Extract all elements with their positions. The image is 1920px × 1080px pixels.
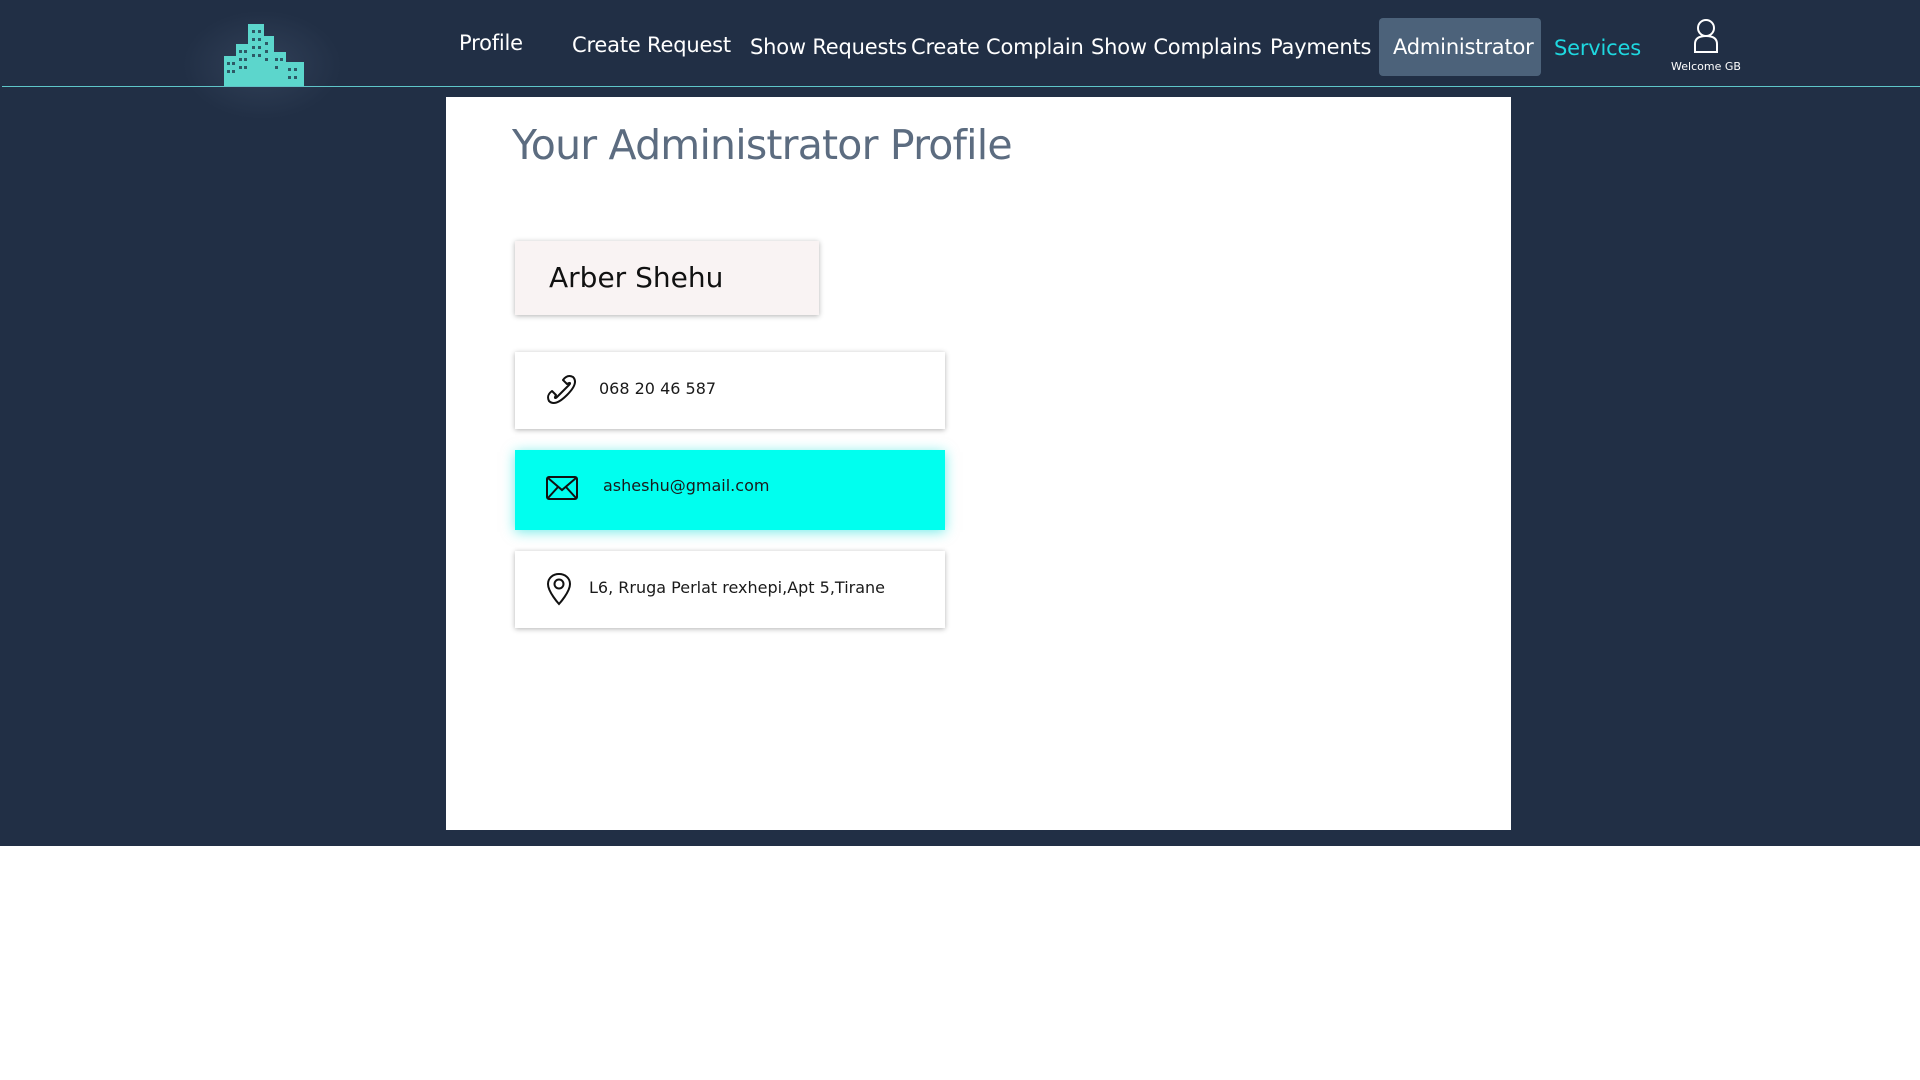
phone-number: 068 20 46 587 [599,379,717,398]
profile-panel: Your Administrator Profile Arber Shehu 0… [446,97,1511,830]
nav-payments[interactable]: Payments [1270,34,1371,60]
user-menu[interactable]: Welcome GB [1668,18,1744,73]
nav-create-complain[interactable]: Create Complain [911,34,1084,60]
admin-name: Arber Shehu [549,261,724,294]
nav-services[interactable]: Services [1554,35,1641,61]
phone-icon [545,373,579,411]
phone-card: 068 20 46 587 [515,352,945,429]
envelope-icon [545,474,579,506]
email-address: asheshu@gmail.com [603,476,770,495]
nav-show-complains[interactable]: Show Complains [1091,34,1262,60]
buildings-logo-icon[interactable] [220,18,312,88]
page-title: Your Administrator Profile [512,121,1013,169]
email-card[interactable]: asheshu@gmail.com [515,450,945,530]
name-card: Arber Shehu [515,241,819,315]
welcome-label: Welcome GB [1671,60,1741,73]
nav-administrator[interactable]: Administrator [1379,18,1541,76]
top-navbar: Profile Create Request Show Requests Cre… [2,0,1920,120]
nav-show-requests[interactable]: Show Requests [750,34,907,60]
app-background: Profile Create Request Show Requests Cre… [0,0,1920,846]
user-icon [1692,19,1720,58]
location-pin-icon [545,572,573,610]
nav-create-request[interactable]: Create Request [572,32,731,58]
address-text: L6, Rruga Perlat rexhepi,Apt 5,Tirane [589,578,886,597]
address-card: L6, Rruga Perlat rexhepi,Apt 5,Tirane [515,551,945,628]
nav-profile[interactable]: Profile [459,30,523,56]
